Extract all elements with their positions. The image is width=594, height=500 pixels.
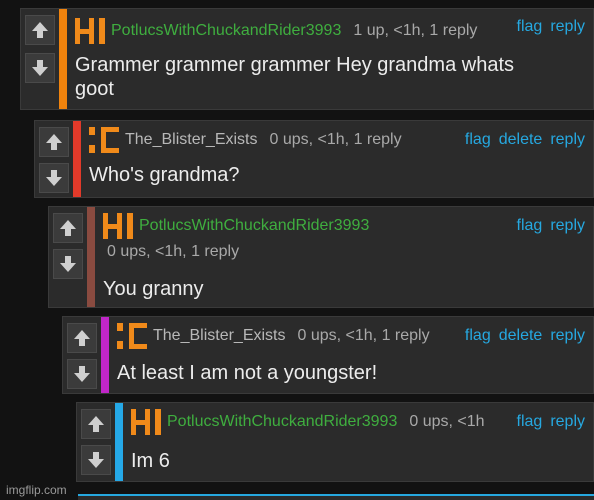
- comment-text: At least I am not a youngster!: [117, 362, 378, 384]
- thread-depth-bar: [59, 9, 67, 109]
- username-link[interactable]: PotlucsWithChuckandRider3993: [111, 22, 341, 39]
- upvote-arrow-icon: [32, 22, 48, 38]
- downvote-button[interactable]: [53, 249, 83, 279]
- comment-1: PotlucsWithChuckandRider3993 1 up, <1h, 1…: [20, 8, 594, 110]
- user-avatar-icon[interactable]: [117, 323, 147, 349]
- thread-depth-bar: [73, 121, 81, 197]
- user-avatar-icon[interactable]: [75, 18, 105, 44]
- delete-link[interactable]: delete: [499, 131, 543, 148]
- comment-stats: 1 up, <1h, 1 reply: [353, 22, 478, 40]
- upvote-arrow-icon: [88, 416, 104, 432]
- comment-meta: The_Blister_Exists 0 ups, <1h, 1 reply: [117, 323, 430, 349]
- downvote-button[interactable]: [81, 445, 111, 475]
- comment-meta: PotlucsWithChuckandRider3993: [103, 213, 369, 239]
- comment-5: PotlucsWithChuckandRider3993 0 ups, <1h f…: [76, 402, 594, 482]
- user-avatar-icon[interactable]: [89, 127, 119, 153]
- flag-link[interactable]: flag: [517, 217, 543, 234]
- reply-link[interactable]: reply: [550, 327, 585, 344]
- comment-actions: flag reply: [509, 18, 585, 36]
- comment-thread: PotlucsWithChuckandRider3993 1 up, <1h, 1…: [0, 0, 594, 500]
- vote-column: [35, 121, 73, 197]
- downvote-arrow-icon: [60, 256, 76, 272]
- reply-link[interactable]: reply: [550, 413, 585, 430]
- comment-meta: PotlucsWithChuckandRider3993 0 ups, <1h: [131, 409, 485, 435]
- comment-actions: flag reply: [509, 217, 585, 235]
- upvote-arrow-icon: [74, 330, 90, 346]
- comment-text-line: goot: [75, 78, 114, 100]
- flag-link[interactable]: flag: [465, 131, 491, 148]
- upvote-arrow-icon: [46, 134, 62, 150]
- thread-depth-bar: [115, 403, 123, 481]
- upvote-button[interactable]: [39, 127, 69, 157]
- comment-actions: flag reply: [509, 413, 585, 431]
- comment-body: PotlucsWithChuckandRider3993 1 up, <1h, 1…: [75, 9, 585, 109]
- comment-text: Grammer grammer grammer Hey grandma what…: [75, 53, 514, 101]
- comment-meta: PotlucsWithChuckandRider3993 1 up, <1h, 1…: [75, 18, 477, 44]
- vote-column: [21, 9, 59, 109]
- comment-body: The_Blister_Exists 0 ups, <1h, 1 reply fl…: [89, 121, 585, 197]
- downvote-button[interactable]: [67, 359, 97, 389]
- reply-link[interactable]: reply: [550, 18, 585, 35]
- comment-actions: flag delete reply: [457, 327, 585, 345]
- upvote-button[interactable]: [67, 323, 97, 353]
- comment-body: PotlucsWithChuckandRider3993 0 ups, <1h f…: [131, 403, 585, 481]
- comment-meta: The_Blister_Exists 0 ups, <1h, 1 reply: [89, 127, 402, 153]
- comment-text-line: Grammer grammer grammer Hey grandma what…: [75, 54, 514, 76]
- username-link[interactable]: PotlucsWithChuckandRider3993: [167, 413, 397, 430]
- downvote-arrow-icon: [32, 60, 48, 76]
- comment-text: You granny: [103, 278, 204, 300]
- next-comment-edge: [78, 494, 594, 500]
- comment-3: PotlucsWithChuckandRider3993 flag reply 0…: [48, 206, 594, 308]
- reply-link[interactable]: reply: [550, 217, 585, 234]
- imgflip-watermark: imgflip.com: [6, 483, 67, 497]
- comment-4: The_Blister_Exists 0 ups, <1h, 1 reply fl…: [62, 316, 594, 394]
- user-avatar-icon[interactable]: [103, 213, 133, 239]
- vote-column: [49, 207, 87, 307]
- comment-body: The_Blister_Exists 0 ups, <1h, 1 reply fl…: [117, 317, 585, 393]
- username-link[interactable]: PotlucsWithChuckandRider3993: [139, 217, 369, 234]
- delete-link[interactable]: delete: [499, 327, 543, 344]
- downvote-button[interactable]: [39, 163, 69, 193]
- comment-actions: flag delete reply: [457, 131, 585, 149]
- comment-text: Im 6: [131, 450, 170, 472]
- thread-depth-bar: [101, 317, 109, 393]
- thread-depth-bar: [87, 207, 95, 307]
- downvote-button[interactable]: [25, 53, 55, 83]
- comment-stats: 0 ups, <1h, 1 reply: [269, 131, 402, 149]
- username-link[interactable]: The_Blister_Exists: [125, 131, 258, 148]
- upvote-arrow-icon: [60, 220, 76, 236]
- vote-column: [77, 403, 115, 481]
- flag-link[interactable]: flag: [517, 413, 543, 430]
- upvote-button[interactable]: [81, 409, 111, 439]
- user-avatar-icon[interactable]: [131, 409, 161, 435]
- username-link[interactable]: The_Blister_Exists: [153, 327, 286, 344]
- reply-link[interactable]: reply: [550, 131, 585, 148]
- comment-text: Who's grandma?: [89, 164, 240, 186]
- comment-stats: 0 ups, <1h: [409, 413, 485, 431]
- comment-2: The_Blister_Exists 0 ups, <1h, 1 reply fl…: [34, 120, 594, 198]
- comment-stats: 0 ups, <1h, 1 reply: [297, 327, 430, 345]
- vote-column: [63, 317, 101, 393]
- comment-stats: 0 ups, <1h, 1 reply: [107, 243, 240, 260]
- downvote-arrow-icon: [74, 366, 90, 382]
- upvote-button[interactable]: [25, 15, 55, 45]
- upvote-button[interactable]: [53, 213, 83, 243]
- downvote-arrow-icon: [88, 452, 104, 468]
- flag-link[interactable]: flag: [517, 18, 543, 35]
- flag-link[interactable]: flag: [465, 327, 491, 344]
- comment-body: PotlucsWithChuckandRider3993 flag reply 0…: [103, 207, 585, 307]
- downvote-arrow-icon: [46, 170, 62, 186]
